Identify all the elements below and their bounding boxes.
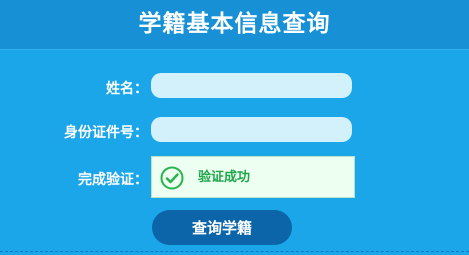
check-circle-icon — [160, 166, 184, 190]
verification-widget[interactable]: 验证成功 — [151, 156, 355, 198]
query-panel: 学籍基本信息查询 姓名： 身份证件号： 完成验证： 验证成功 查询学籍 — [0, 0, 469, 255]
bottom-divider — [0, 251, 469, 252]
name-input[interactable] — [151, 73, 352, 98]
page-title: 学籍基本信息查询 — [138, 11, 331, 37]
panel-header: 学籍基本信息查询 — [0, 0, 469, 50]
id-number-label: 身份证件号： — [64, 125, 148, 141]
query-button[interactable]: 查询学籍 — [152, 210, 292, 245]
verify-status-text: 验证成功 — [198, 170, 251, 185]
verify-label: 完成验证： — [78, 172, 148, 188]
id-number-input[interactable] — [151, 117, 352, 142]
name-label: 姓名： — [106, 81, 148, 97]
